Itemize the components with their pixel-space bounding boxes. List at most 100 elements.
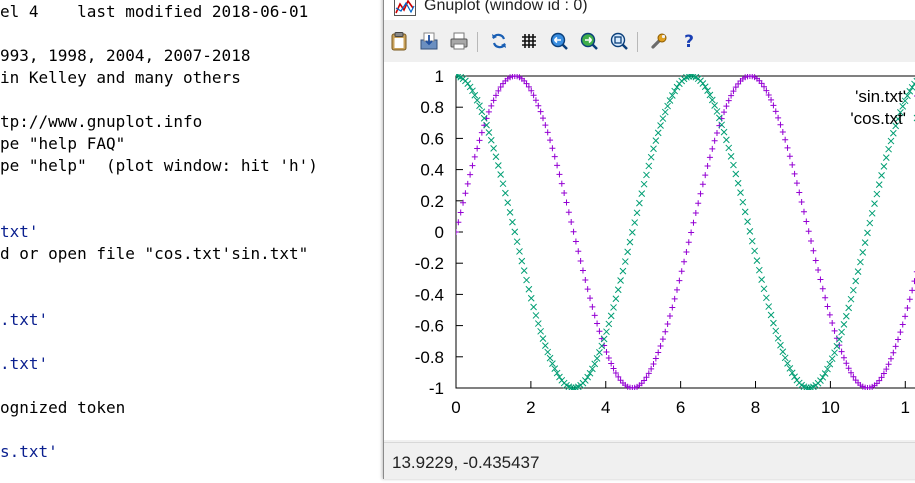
plot-border xyxy=(455,75,915,389)
terminal-line: tp://www.gnuplot.info xyxy=(0,112,203,131)
x-tick-label: 10 xyxy=(821,398,840,417)
cos-point xyxy=(487,136,495,144)
sin-point xyxy=(819,285,826,292)
sin-point xyxy=(652,355,659,362)
sin-point xyxy=(829,320,836,327)
sin-point xyxy=(803,218,810,225)
y-tick-label: 0.8 xyxy=(420,98,444,117)
sin-point xyxy=(579,267,586,274)
cos-point xyxy=(859,249,867,256)
cos-point xyxy=(502,189,509,197)
cos-point xyxy=(760,285,768,293)
cos-point xyxy=(657,122,664,129)
cos-point xyxy=(537,327,544,335)
cos-point xyxy=(532,312,540,319)
sin-point xyxy=(572,238,579,245)
plot-svg[interactable]: 1 0.8 0.6 0.4 0.2 0 -0.2 -0.4 -0.6 -0.8 -1 0 2 4 6 8 10 1… xyxy=(384,62,915,440)
cos-point xyxy=(727,152,735,160)
sin-point xyxy=(713,129,720,136)
sin-point xyxy=(784,144,791,151)
sin-point xyxy=(805,228,812,235)
cos-point xyxy=(864,229,871,237)
cos-point xyxy=(857,258,864,266)
terminal-line: ognized token xyxy=(0,398,126,417)
sin-point xyxy=(808,238,815,245)
help-icon: ? xyxy=(684,32,694,51)
cos-point xyxy=(527,294,535,302)
help-button[interactable]: ? xyxy=(678,30,700,52)
cos-point xyxy=(774,334,782,342)
sin-point xyxy=(464,180,471,187)
replot-button[interactable] xyxy=(488,30,510,52)
cos-point xyxy=(478,108,486,116)
terminal-line: el 4 last modified 2018-06-01 xyxy=(0,2,309,21)
cos-point xyxy=(885,145,892,153)
sin-point xyxy=(582,276,589,283)
sin-point xyxy=(485,108,492,115)
sin-point xyxy=(605,355,612,362)
cos-point xyxy=(464,80,472,87)
sin-point xyxy=(659,336,666,343)
sin-point xyxy=(831,327,838,334)
plot-canvas[interactable]: 1 0.8 0.6 0.4 0.2 0 -0.2 -0.4 -0.6 -0.8 -1 0 2 4 6 8 10 1… xyxy=(384,62,915,440)
cos-point xyxy=(605,320,613,328)
sin-point xyxy=(542,122,549,129)
cos-point xyxy=(753,257,761,264)
autoscale-icon xyxy=(610,32,628,50)
cos-point xyxy=(817,377,824,384)
cos-point xyxy=(734,179,742,187)
autoscale-button[interactable] xyxy=(608,30,630,52)
grid-button[interactable] xyxy=(518,30,540,52)
sin-point xyxy=(699,181,706,188)
copy-to-clipboard-button[interactable] xyxy=(388,30,410,52)
sin-point xyxy=(549,145,556,152)
sin-point xyxy=(723,103,730,110)
zoom-back-button[interactable] xyxy=(548,30,570,52)
sin-point xyxy=(791,170,798,177)
cos-point xyxy=(770,319,777,327)
print-button[interactable] xyxy=(448,30,470,52)
cos-point xyxy=(800,383,808,390)
sin-point xyxy=(706,154,713,161)
sin-point xyxy=(688,229,695,236)
sin-point xyxy=(462,190,469,197)
gnuplot-window[interactable]: Gnuplot (window id : 0) ? 1 0.8 0.6 0.4 … xyxy=(383,0,915,479)
sin-point xyxy=(812,257,819,264)
cos-point xyxy=(878,172,885,179)
sin-point xyxy=(702,172,709,179)
zoom-forward-button[interactable] xyxy=(578,30,600,52)
terminal-output[interactable]: el 4 last modified 2018-06-01 993, 1998, … xyxy=(0,0,383,483)
cos-point xyxy=(875,181,883,188)
sin-point xyxy=(786,153,793,160)
cos-point xyxy=(516,248,523,255)
legend-label: 'cos.txt' xyxy=(850,109,906,128)
sin-point xyxy=(681,258,688,265)
cos-point xyxy=(607,312,615,320)
save-button[interactable] xyxy=(418,30,440,52)
sin-point xyxy=(669,304,676,311)
y-tick-label: 0 xyxy=(435,223,444,242)
cos-point xyxy=(513,238,521,246)
cos-point xyxy=(476,102,483,110)
cos-point xyxy=(840,321,848,328)
title-bar[interactable]: Gnuplot (window id : 0) xyxy=(384,0,915,20)
sin-point xyxy=(770,102,777,109)
sin-point xyxy=(817,276,824,283)
sin-point xyxy=(655,349,662,356)
cos-point xyxy=(631,219,639,226)
cos-point xyxy=(659,115,667,122)
cos-point xyxy=(777,341,784,349)
cos-point xyxy=(767,311,775,319)
cos-point xyxy=(636,199,643,207)
options-button[interactable] xyxy=(648,30,670,52)
cos-point xyxy=(751,247,758,255)
cos-point xyxy=(723,136,730,144)
terminal-line: in Kelley and many others xyxy=(0,68,241,87)
sin-point xyxy=(824,303,831,310)
cos-point xyxy=(530,303,537,311)
sin-point xyxy=(568,218,575,225)
x-tick-label: 1 xyxy=(901,398,910,417)
cos-point xyxy=(748,237,756,245)
sin-point xyxy=(544,129,551,136)
cos-point xyxy=(626,238,634,246)
